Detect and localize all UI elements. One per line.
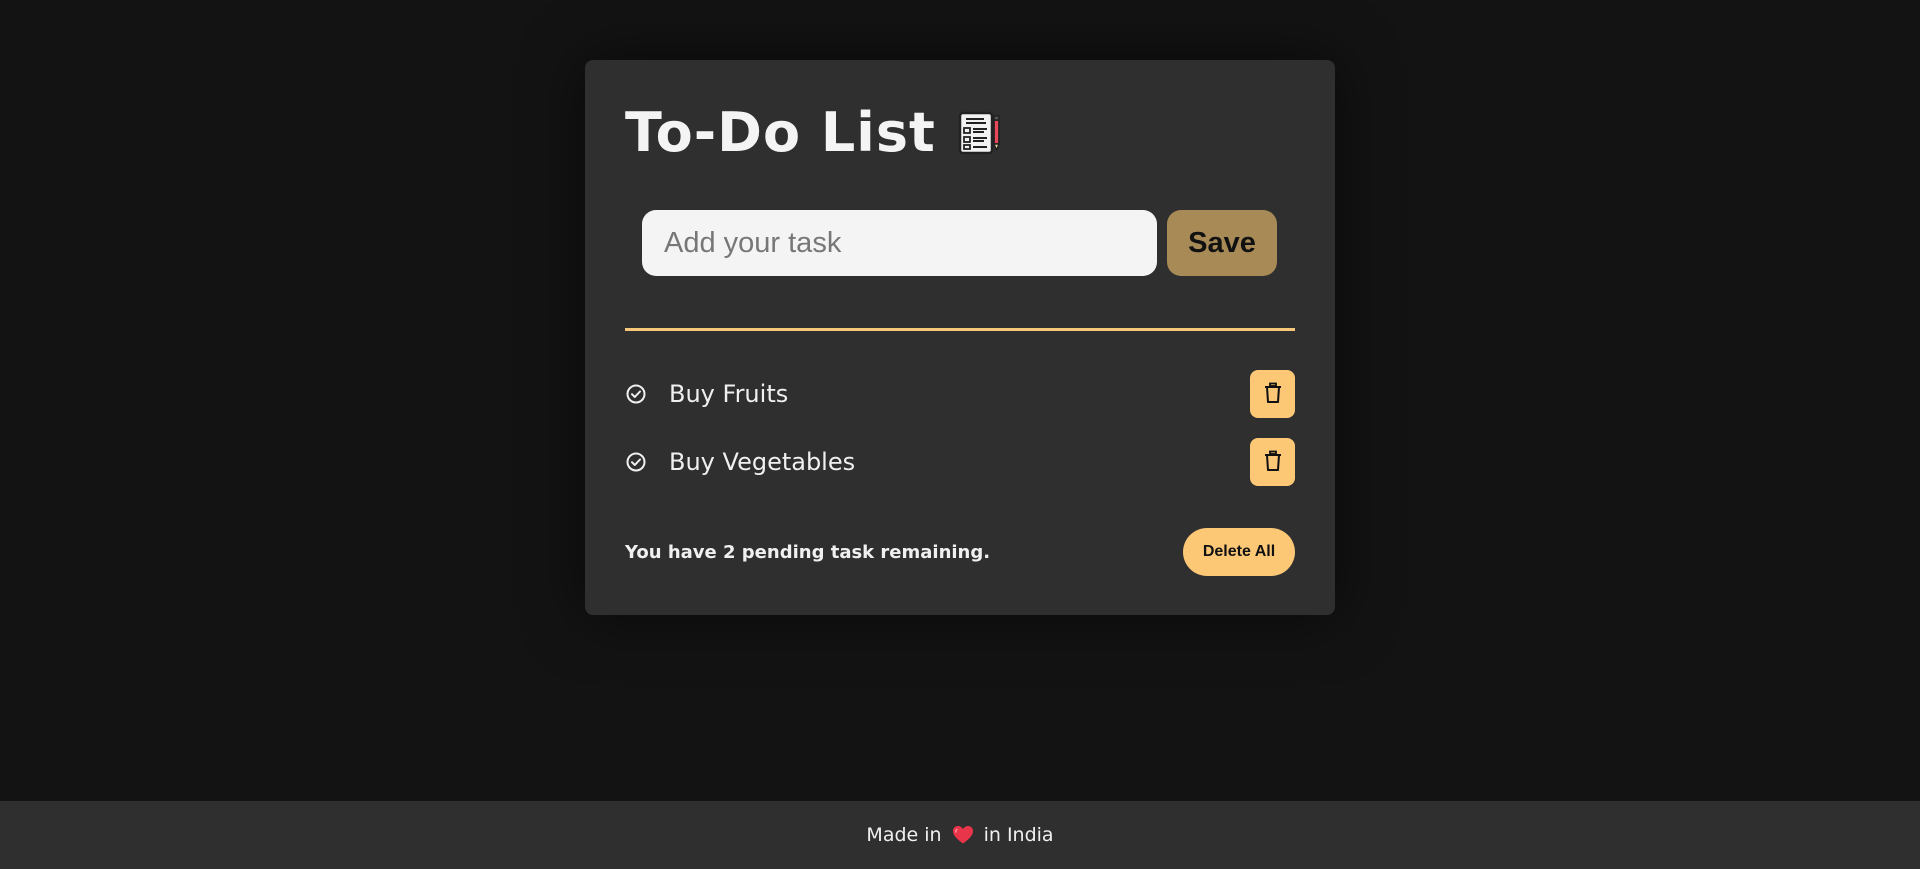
task-label: Buy Vegetables — [669, 448, 856, 476]
add-task-form: Save — [642, 210, 1277, 276]
delete-task-button[interactable] — [1250, 438, 1295, 486]
notepad-checklist-icon — [956, 110, 1002, 156]
save-button[interactable]: Save — [1167, 210, 1277, 276]
todo-card: To-Do List Add your task Save Buy Fruits… — [585, 60, 1335, 615]
list-item: Buy Vegetables — [625, 438, 1295, 486]
summary-row: You have 2 pending task remaining. Delet… — [625, 528, 1295, 576]
delete-all-button[interactable]: Delete All — [1183, 528, 1295, 576]
task-input[interactable] — [642, 210, 1157, 276]
title-row: To-Do List — [625, 106, 1002, 160]
delete-task-button[interactable] — [1250, 370, 1295, 418]
list-item: Buy Fruits — [625, 370, 1295, 418]
footer-prefix: Made in — [866, 824, 942, 846]
divider — [625, 328, 1295, 331]
heart-icon — [952, 825, 974, 845]
page: To-Do List Add your task Save Buy Fruits… — [0, 0, 1920, 869]
site-footer: Made in in India — [0, 801, 1920, 869]
check-circle-icon[interactable] — [625, 451, 647, 473]
pending-count-text: You have 2 pending task remaining. — [625, 541, 991, 563]
footer-suffix: in India — [983, 824, 1054, 846]
trash-icon — [1263, 382, 1283, 407]
task-label: Buy Fruits — [669, 380, 789, 408]
check-circle-icon[interactable] — [625, 383, 647, 405]
task-list: Buy Fruits Buy Vegetables — [625, 370, 1295, 506]
trash-icon — [1263, 450, 1283, 475]
page-title: To-Do List — [625, 101, 936, 164]
